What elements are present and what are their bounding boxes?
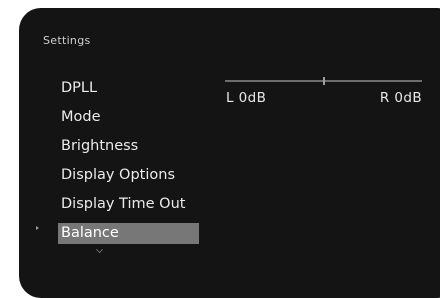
menu-item-display-time-out[interactable]: Display Time Out bbox=[58, 194, 199, 215]
balance-slider-thumb[interactable] bbox=[322, 77, 325, 85]
menu-item-dpll[interactable]: DPLL bbox=[58, 78, 199, 99]
balance-left-label: L 0dB bbox=[226, 90, 267, 106]
menu-item-balance[interactable]: Balance bbox=[58, 223, 199, 244]
menu-item-mode[interactable]: Mode bbox=[58, 107, 199, 128]
menu-title: Settings bbox=[43, 34, 91, 47]
menu-item-display-options[interactable]: Display Options bbox=[58, 165, 199, 186]
balance-right-label: R 0dB bbox=[379, 90, 422, 106]
menu-item-brightness[interactable]: Brightness bbox=[58, 136, 199, 157]
caret-right-icon bbox=[36, 226, 39, 230]
